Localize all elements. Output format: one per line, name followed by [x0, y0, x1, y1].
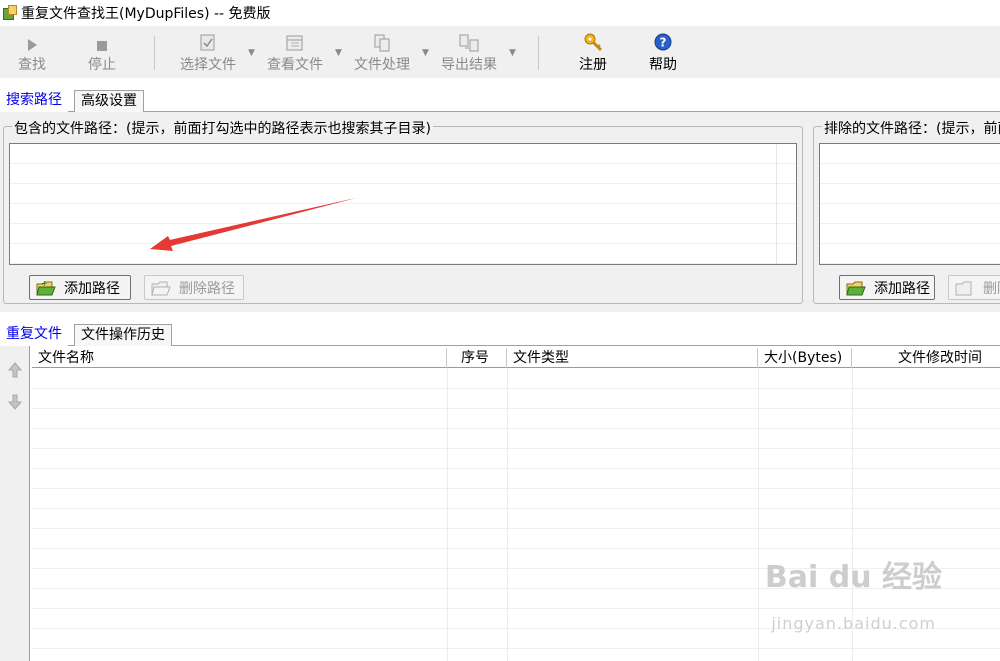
table-row	[32, 369, 1000, 389]
table-row	[32, 509, 1000, 529]
dropdown-caret-icon: ▼	[248, 48, 255, 58]
column-header-index[interactable]: 序号	[447, 348, 507, 368]
table-row	[32, 649, 1000, 661]
help-icon: ?	[653, 26, 673, 52]
view-files-button[interactable]: 查看文件 ▼	[259, 26, 342, 78]
tab-search-paths[interactable]: 搜索路径	[0, 90, 68, 112]
table-row	[32, 529, 1000, 549]
key-icon	[583, 26, 603, 52]
add-include-path-label: 添加路径	[64, 280, 120, 297]
search-paths-panel: 包含的文件路径：(提示，前面打勾选中的路径表示也搜索其子目录) + 添加路径 删…	[0, 112, 1000, 312]
include-paths-group: 包含的文件路径：(提示，前面打勾选中的路径表示也搜索其子目录) + 添加路径 删…	[3, 118, 803, 304]
results-table-header: 文件名称 序号 文件类型 大小(Bytes) 文件修改时间	[32, 348, 1000, 368]
baidu-watermark-url: jingyan.baidu.com	[771, 614, 936, 633]
add-exclude-path-label: 添加路径	[874, 280, 930, 297]
arrow-up-icon	[8, 362, 22, 378]
checklist-icon	[200, 26, 216, 52]
bottom-tab-strip: 重复文件 文件操作历史	[0, 322, 1000, 346]
delete-include-path-button[interactable]: 删除路径	[144, 275, 244, 300]
svg-text:?: ?	[660, 36, 667, 50]
file-process-label: 文件处理	[354, 57, 410, 73]
tab-file-operation-history[interactable]: 文件操作历史	[74, 324, 172, 346]
tab-advanced-settings[interactable]: 高级设置	[74, 90, 144, 112]
stop-label: 停止	[88, 57, 116, 73]
results-side-toolbar	[0, 346, 30, 661]
calendar-icon	[286, 26, 304, 52]
move-up-button[interactable]	[6, 360, 24, 380]
delete-exclude-path-label: 删除路径	[983, 280, 1000, 297]
title-bar: 重复文件查找王(MyDupFiles) -- 免费版	[0, 0, 1000, 26]
register-button[interactable]: 注册	[573, 26, 613, 78]
baidu-watermark-logo: Bai du 经验	[764, 560, 942, 595]
dropdown-caret-icon: ▼	[509, 48, 516, 58]
column-header-file-name[interactable]: 文件名称	[32, 348, 447, 368]
column-header-file-type[interactable]: 文件类型	[507, 348, 758, 368]
delete-folder-icon	[955, 281, 972, 295]
app-icon	[2, 5, 18, 21]
stop-button[interactable]: 停止	[82, 26, 122, 78]
table-row	[32, 449, 1000, 469]
delete-exclude-path-button[interactable]: 删除路径	[948, 275, 1000, 300]
add-folder-icon	[846, 281, 866, 295]
dropdown-caret-icon: ▼	[422, 48, 429, 58]
svg-text:+: +	[41, 279, 48, 288]
move-down-button[interactable]	[6, 392, 24, 412]
column-header-modified-time[interactable]: 文件修改时间	[852, 348, 1000, 368]
add-folder-icon: +	[36, 279, 56, 295]
select-files-label: 选择文件	[180, 57, 236, 73]
delete-folder-icon	[151, 281, 171, 295]
view-files-label: 查看文件	[267, 57, 323, 73]
register-label: 注册	[579, 57, 607, 73]
play-icon	[26, 26, 38, 52]
arrow-down-icon	[8, 394, 22, 410]
table-row	[32, 469, 1000, 489]
export-results-button[interactable]: 导出结果 ▼	[433, 26, 516, 78]
select-files-button[interactable]: 选择文件 ▼	[172, 26, 255, 78]
include-paths-list[interactable]	[9, 143, 797, 265]
exclude-paths-group: 排除的文件路径：(提示，前面 添加路径 删除路径	[813, 118, 1000, 304]
toolbar-separator	[538, 36, 539, 70]
dropdown-caret-icon: ▼	[335, 48, 342, 58]
export-icon	[459, 26, 479, 52]
exclude-paths-legend: 排除的文件路径：(提示，前面	[822, 118, 1000, 138]
add-exclude-path-button[interactable]: 添加路径	[839, 275, 935, 300]
file-process-button[interactable]: 文件处理 ▼	[346, 26, 429, 78]
include-paths-legend: 包含的文件路径：(提示，前面打勾选中的路径表示也搜索其子目录)	[12, 118, 433, 138]
search-button[interactable]: 查找	[12, 26, 52, 78]
help-label: 帮助	[649, 57, 677, 73]
tab-duplicate-files[interactable]: 重复文件	[0, 324, 68, 346]
top-tab-strip: 搜索路径 高级设置	[0, 90, 1000, 112]
add-include-path-button[interactable]: + 添加路径	[29, 275, 131, 300]
column-header-size[interactable]: 大小(Bytes)	[758, 348, 852, 368]
table-row	[32, 389, 1000, 409]
toolbar: 查找 停止 选择文件 ▼ 查看文件 ▼ 文件处理 ▼ 导出结果 ▼ 注册 ? 帮…	[0, 26, 1000, 78]
exclude-paths-list[interactable]	[819, 143, 1000, 265]
help-button[interactable]: ? 帮助	[643, 26, 683, 78]
export-results-label: 导出结果	[441, 57, 497, 73]
stop-icon	[96, 26, 108, 52]
table-row	[32, 409, 1000, 429]
toolbar-separator	[154, 36, 155, 70]
copy-icon	[373, 26, 391, 52]
window-title: 重复文件查找王(MyDupFiles) -- 免费版	[21, 6, 271, 22]
search-label: 查找	[18, 57, 46, 73]
delete-include-path-label: 删除路径	[179, 280, 235, 297]
table-row	[32, 429, 1000, 449]
table-row	[32, 489, 1000, 509]
